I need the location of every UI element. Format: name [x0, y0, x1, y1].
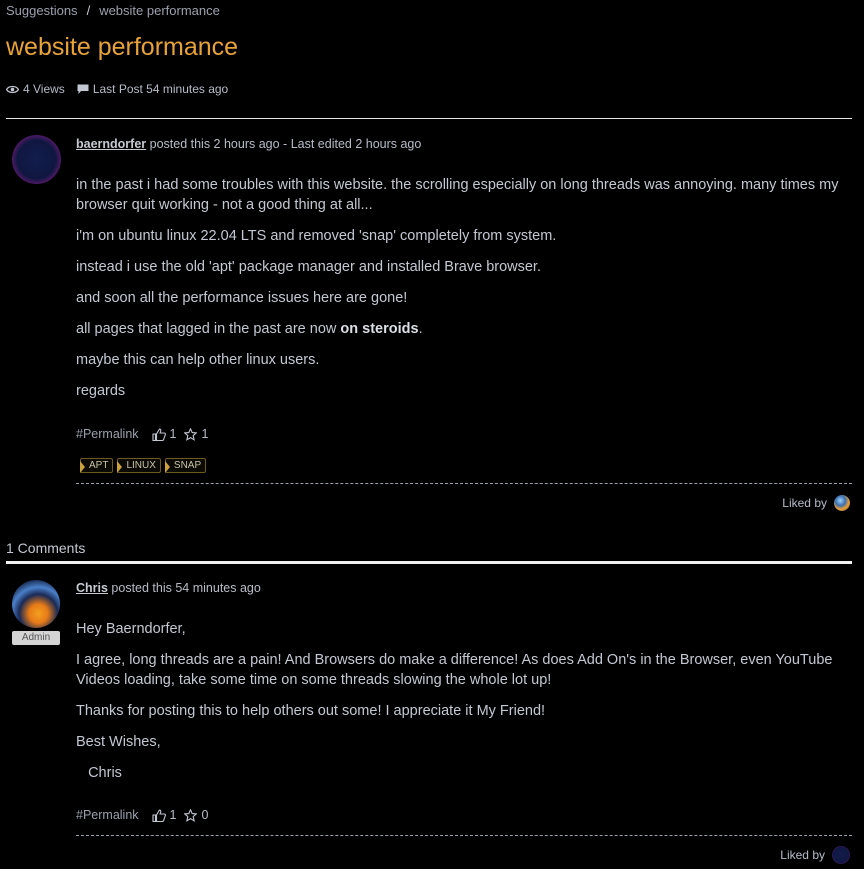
post-paragraph: instead i use the old 'apt' package mana…: [76, 259, 541, 275]
post-paragraph: and soon all the performance issues here…: [76, 290, 408, 306]
comment-paragraph: I agree, long threads are a pain! And Br…: [76, 652, 833, 688]
comment-actions: #Permalink 1 0: [76, 808, 216, 822]
views-count: 4 Views: [23, 82, 65, 96]
avatar[interactable]: [12, 135, 61, 184]
dotted-divider: [76, 835, 852, 836]
post-paragraph: maybe this can help other linux users.: [76, 352, 320, 368]
author-link[interactable]: baerndorfer: [76, 137, 146, 151]
like-count: 1: [169, 427, 177, 441]
comment-paragraph: Hey Baerndorfer,: [76, 621, 186, 637]
star-icon: [184, 808, 198, 822]
permalink-link[interactable]: #Permalink: [76, 427, 139, 441]
star-count: 1: [201, 427, 209, 441]
liker-avatar[interactable]: [834, 495, 850, 511]
breadcrumb-separator: /: [86, 3, 91, 18]
favorite-button[interactable]: 1: [184, 427, 208, 441]
bold-text: on steroids: [340, 321, 419, 337]
post-body: in the past i had some troubles with thi…: [76, 175, 856, 412]
permalink-link[interactable]: #Permalink: [76, 808, 139, 822]
tag-list: APT LINUX SNAP: [80, 458, 210, 473]
comments-count: 1 Comments: [6, 540, 86, 556]
thumbs-up-icon: [151, 808, 166, 822]
comments-divider: [6, 561, 852, 564]
liker-avatar[interactable]: [832, 846, 850, 864]
post-timestamp: posted this 2 hours ago - Last edited 2 …: [146, 137, 422, 151]
liked-by-label: Liked by: [780, 848, 825, 862]
avatar[interactable]: [12, 580, 60, 628]
eye-icon: [6, 85, 19, 94]
like-button[interactable]: 1: [151, 427, 177, 441]
like-button[interactable]: 1: [151, 808, 177, 822]
last-post: Last Post 54 minutes ago: [92, 82, 229, 96]
liked-by: Liked by: [782, 495, 850, 511]
post-paragraph: all pages that lagged in the past are no…: [76, 321, 423, 337]
post-paragraph: regards: [76, 383, 126, 399]
comment-timestamp: posted this 54 minutes ago: [107, 581, 261, 595]
breadcrumb: Suggestions / website performance: [6, 3, 220, 18]
comment-body: Hey Baerndorfer, I agree, long threads a…: [76, 619, 856, 794]
thread-meta: 4 Views Last Post 54 minutes ago: [6, 82, 228, 96]
thumbs-up-icon: [151, 427, 166, 441]
speech-bubble-icon: [77, 84, 89, 95]
liked-by-label: Liked by: [782, 496, 827, 510]
comment-paragraph: Best Wishes,: [76, 734, 161, 750]
breadcrumb-suggestions[interactable]: Suggestions: [6, 3, 78, 18]
tag-linux[interactable]: LINUX: [117, 458, 161, 473]
post-actions: #Permalink 1 1: [76, 427, 216, 441]
post-paragraph: in the past i had some troubles with thi…: [76, 177, 839, 213]
comment-paragraph: Chris: [76, 765, 122, 781]
divider: [6, 118, 852, 119]
star-icon: [184, 427, 198, 441]
dotted-divider: [76, 483, 852, 484]
forum-thread-page: Suggestions / website performance website …: [0, 0, 864, 869]
breadcrumb-current: website performance: [99, 3, 220, 18]
star-count: 0: [201, 808, 209, 822]
post-byline: baerndorfer posted this 2 hours ago - La…: [76, 137, 421, 151]
post-paragraph: i'm on ubuntu linux 22.04 LTS and remove…: [76, 228, 557, 244]
tag-apt[interactable]: APT: [80, 458, 114, 473]
author-link[interactable]: Chris: [76, 581, 108, 595]
favorite-button[interactable]: 0: [184, 808, 208, 822]
tag-snap[interactable]: SNAP: [164, 458, 207, 473]
comment-paragraph: Thanks for posting this to help others o…: [76, 703, 546, 719]
like-count: 1: [169, 808, 177, 822]
admin-badge: Admin: [12, 631, 60, 645]
liked-by: Liked by: [780, 846, 850, 864]
comment-byline: Chris posted this 54 minutes ago: [76, 581, 261, 595]
page-title: website performance: [6, 33, 239, 61]
